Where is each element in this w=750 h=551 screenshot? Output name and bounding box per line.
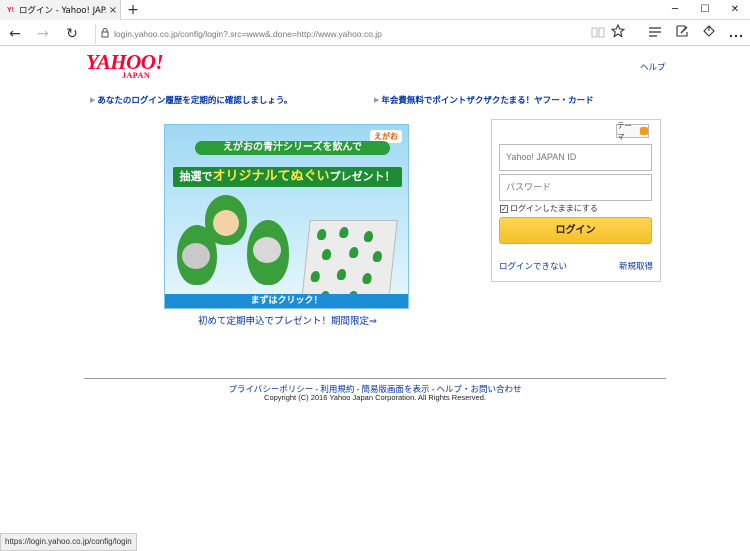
theme-icon <box>640 127 648 135</box>
keep-login-label: ログインしたままにする <box>510 204 598 213</box>
status-bar-url: https://login.yahoo.co.jp/config/login <box>0 533 137 551</box>
banner-headline: えがおの青汁シリーズを飲んで <box>195 141 390 155</box>
share-icon[interactable] <box>699 24 719 44</box>
address-bar[interactable]: login.yahoo.co.jp/config/login?.src=www&… <box>95 24 590 44</box>
register-link[interactable]: 新規取得 <box>619 260 653 272</box>
back-button[interactable]: ← <box>5 24 25 44</box>
tab-close-icon[interactable]: × <box>106 5 120 16</box>
login-button[interactable]: ログイン <box>499 217 652 244</box>
browser-titlebar: Y! ログイン - Yahoo! JAPAN × + ─ ☐ ✕ <box>0 0 750 20</box>
reading-view-icon[interactable] <box>588 24 608 44</box>
promo-text: あなたのログイン履歴を定期的に確認しましょう。 <box>97 96 293 106</box>
banner-cta: まずはクリック！ <box>165 294 408 308</box>
minimize-button[interactable]: ─ <box>660 0 690 20</box>
cant-login-link[interactable]: ログインできない <box>499 260 567 272</box>
character-face <box>253 237 281 263</box>
close-window-button[interactable]: ✕ <box>720 0 750 20</box>
character-face <box>213 210 239 236</box>
copyright: Copyright (C) 2016 Yahoo Japan Corporati… <box>264 393 486 402</box>
login-history-promo[interactable]: ▶ あなたのログイン履歴を定期的に確認しましょう。 <box>90 94 292 106</box>
more-icon[interactable] <box>726 24 746 44</box>
yahoo-favicon-icon: Y! <box>7 6 14 14</box>
browser-navbar: ← → ↻ login.yahoo.co.jp/config/login?.sr… <box>0 21 750 46</box>
banner-text-link[interactable]: 初めて定期申込でプレゼント！期間限定⇒ <box>198 313 377 327</box>
password-input[interactable]: パスワード <box>499 174 652 201</box>
page-content: YAHOO! JAPAN ヘルプ ▶ あなたのログイン履歴を定期的に確認しましょ… <box>0 47 750 533</box>
new-tab-button[interactable]: + <box>125 2 141 18</box>
forward-button[interactable]: → <box>33 24 53 44</box>
keep-login-checkbox[interactable]: ✓ ログインしたままにする <box>500 203 598 214</box>
ad-banner[interactable]: えがお えがおの青汁シリーズを飲んで 抽選でオリジナルてぬぐいプレゼント！ まず… <box>164 124 409 309</box>
favorite-star-icon[interactable] <box>608 23 628 44</box>
help-link[interactable]: ヘルプ <box>640 61 666 73</box>
yahoo-card-promo[interactable]: ▶ 年会費無料でポイントザクザクたまる！ヤフー・カード <box>374 94 594 106</box>
yahoo-japan-logo[interactable]: YAHOO! JAPAN <box>86 52 176 80</box>
character-face <box>182 243 210 269</box>
yahoo-id-input[interactable]: Yahoo! JAPAN ID <box>499 144 652 171</box>
promo-text: 年会費無料でポイントザクザクたまる！ヤフー・カード <box>381 96 594 106</box>
triangle-right-icon: ▶ <box>374 96 380 104</box>
note-icon[interactable] <box>672 24 692 44</box>
lock-icon <box>96 27 114 41</box>
checkbox-checked-icon: ✓ <box>500 204 508 213</box>
hub-icon[interactable] <box>645 24 665 44</box>
login-form: テーマ Yahoo! JAPAN ID パスワード ✓ ログインしたままにする … <box>491 119 661 282</box>
banner-ribbon: 抽選でオリジナルてぬぐいプレゼント！ <box>173 167 402 187</box>
footer-divider <box>84 378 666 379</box>
triangle-right-icon: ▶ <box>90 96 96 104</box>
browser-tab[interactable]: Y! ログイン - Yahoo! JAPAN × <box>0 0 121 20</box>
theme-button[interactable]: テーマ <box>616 121 649 141</box>
tab-title: ログイン - Yahoo! JAPAN <box>19 6 106 16</box>
maximize-button[interactable]: ☐ <box>690 0 720 20</box>
url-text: login.yahoo.co.jp/config/login?.src=www&… <box>114 29 382 39</box>
refresh-button[interactable]: ↻ <box>62 24 82 44</box>
